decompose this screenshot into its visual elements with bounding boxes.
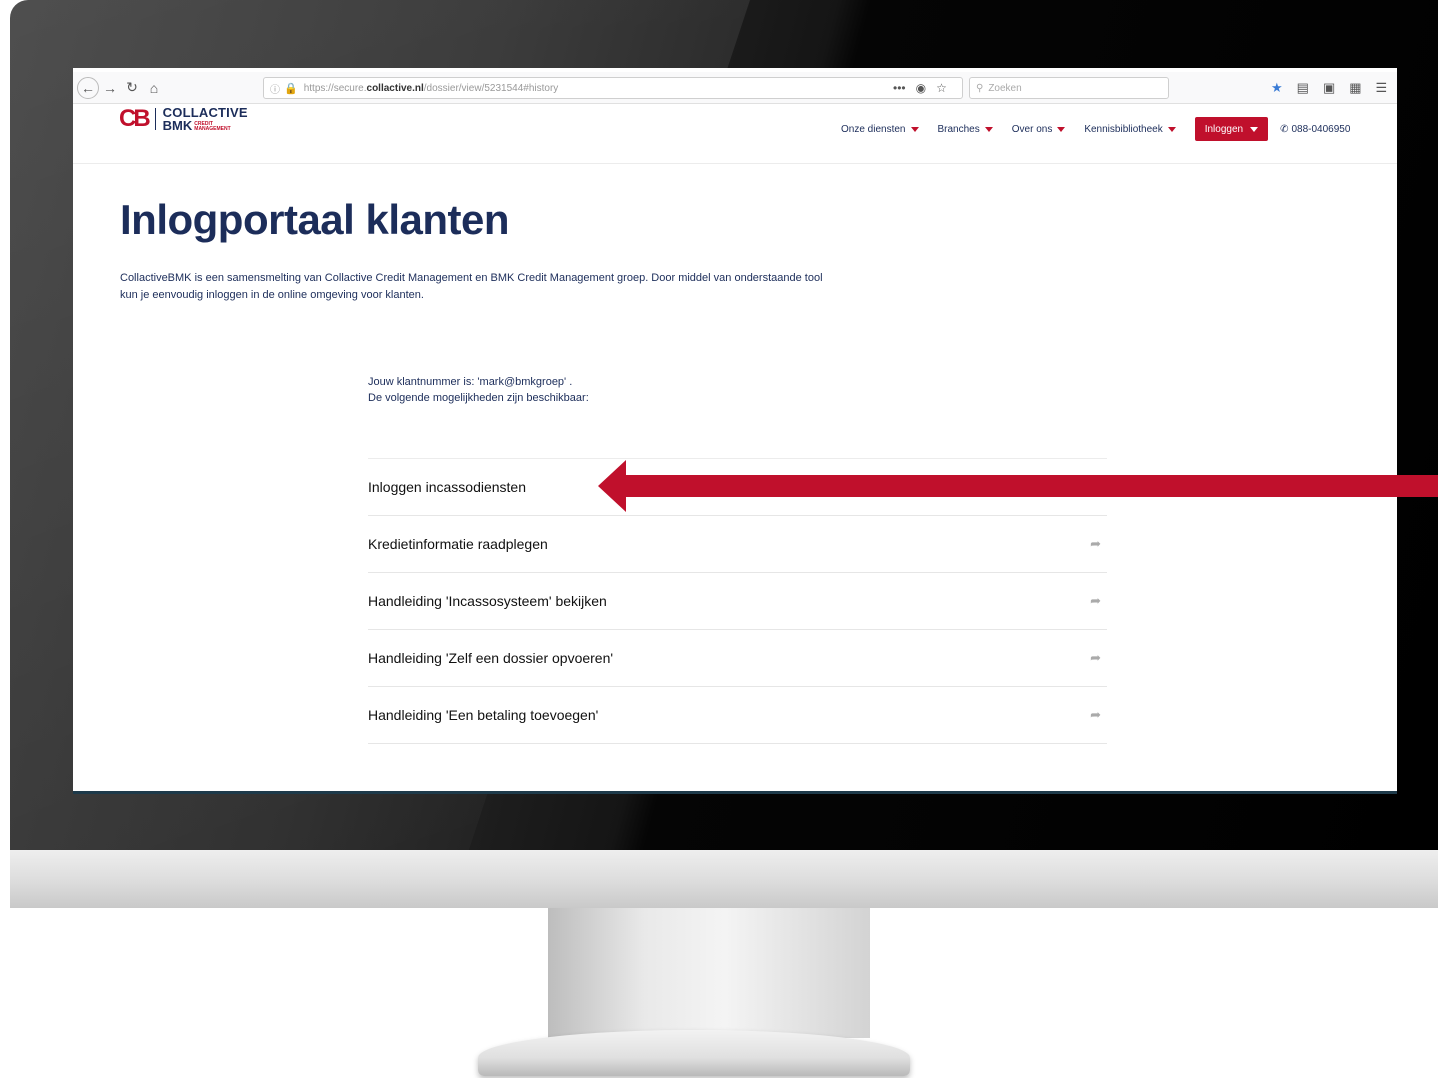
customer-info: Jouw klantnummer is: 'mark@bmkgroep' . D… — [368, 374, 589, 406]
option-label: Kredietinformatie raadplegen — [368, 536, 548, 552]
back-icon[interactable]: ← — [77, 76, 99, 99]
url-prefix: https://secure. — [303, 82, 367, 94]
logo-wordmark: COLLACTIVE BMK CREDIT MANAGEMENT — [163, 106, 248, 132]
caret-down-icon — [1250, 126, 1259, 132]
search-placeholder: Zoeken — [988, 82, 1022, 94]
page-title: Inlogportaal klanten — [120, 196, 510, 243]
info-icon: ⓘ — [270, 84, 280, 96]
logo-line2: BMK — [162, 118, 193, 133]
site-header: CB COLLACTIVE BMK CREDIT MANAGEMENT Onze… — [73, 104, 1397, 164]
phone-link[interactable]: ✆ 088-0406950 — [1280, 124, 1350, 135]
pocket-icon[interactable]: ◉ — [916, 81, 926, 95]
search-icon: ⚲ — [976, 82, 984, 94]
logo-divider — [154, 108, 156, 130]
annotation-arrow-shape — [598, 460, 1438, 512]
nav-label: Over ons — [1011, 123, 1053, 135]
forward-icon[interactable]: → — [99, 77, 121, 99]
share-arrow-icon: ➦ — [1090, 707, 1101, 722]
intro-line2: kun je eenvoudig inloggen in de online o… — [120, 289, 424, 301]
option-label: Inloggen incassodiensten — [368, 479, 527, 495]
option-kredietinformatie[interactable]: Kredietinformatie raadplegen ➦ — [368, 516, 1107, 573]
monitor-chin — [10, 850, 1438, 908]
page-actions-icon[interactable]: ••• — [893, 81, 906, 95]
option-handleiding-incassosysteem[interactable]: Handleiding 'Incassosysteem' bekijken ➦ — [368, 573, 1107, 630]
nav-label: Onze diensten — [841, 123, 906, 135]
option-handleiding-betaling[interactable]: Handleiding 'Een betaling toevoegen' ➦ — [368, 687, 1107, 744]
search-bar[interactable]: ⚲ Zoeken — [969, 77, 1169, 99]
option-handleiding-dossier[interactable]: Handleiding 'Zelf een dossier opvoeren' … — [368, 630, 1107, 687]
login-button[interactable]: Inloggen — [1194, 117, 1269, 141]
home-icon[interactable]: ⌂ — [143, 77, 165, 99]
caret-down-icon — [910, 126, 919, 132]
url-bar[interactable]: ⓘ 🔒 https://secure. collactive.nl /dossi… — [263, 77, 963, 99]
reload-icon[interactable]: ↻ — [121, 77, 143, 99]
intro-text: CollactiveBMK is een samensmelting van C… — [120, 270, 880, 304]
share-arrow-icon: ➦ — [1090, 536, 1101, 551]
logo[interactable]: CB COLLACTIVE BMK CREDIT MANAGEMENT — [119, 106, 248, 132]
options-intro-text: De volgende mogelijkheden zijn beschikba… — [368, 392, 589, 404]
nav-item-onze-diensten[interactable]: Onze diensten — [841, 124, 919, 135]
browser-toolbar: ← → ↻ ⌂ ⓘ 🔒 https://secure. collactive.n… — [73, 72, 1397, 104]
login-label: Inloggen — [1204, 123, 1244, 135]
url-path: /dossier/view/5231544#history — [423, 82, 559, 94]
url-host: collactive.nl — [366, 82, 424, 94]
bookmark-star-icon[interactable]: ☆ — [936, 81, 947, 95]
nav-label: Branches — [937, 123, 980, 135]
intro-line1: CollactiveBMK is een samensmelting van C… — [120, 272, 823, 284]
logo-sub2: MANAGEMENT — [194, 125, 231, 132]
phone-number: 088-0406950 — [1291, 123, 1351, 135]
extension-icon[interactable]: ★ — [1271, 80, 1283, 96]
sync-tabs-icon[interactable]: ▣ — [1323, 80, 1335, 96]
caret-down-icon — [1057, 126, 1066, 132]
option-label: Handleiding 'Zelf een dossier opvoeren' — [368, 650, 614, 666]
nav-item-kennisbibliotheek[interactable]: Kennisbibliotheek — [1084, 123, 1176, 135]
caret-down-icon — [1167, 126, 1176, 132]
monitor-stand-base — [478, 1030, 910, 1076]
option-label: Handleiding 'Incassosysteem' bekijken — [368, 593, 607, 609]
url-actions: ••• ◉ ☆ — [893, 77, 947, 99]
nav-item-over-ons[interactable]: Over ons — [1012, 124, 1066, 135]
menu-icon[interactable]: ☰ — [1376, 80, 1388, 96]
logo-mark: CB — [119, 105, 151, 132]
monitor-stand-neck — [548, 908, 870, 1038]
option-label: Handleiding 'Een betaling toevoegen' — [368, 707, 599, 723]
phone-icon: ✆ — [1280, 123, 1289, 135]
monitor-screen: ← → ↻ ⌂ ⓘ 🔒 https://secure. collactive.n… — [73, 68, 1397, 794]
reader-icon[interactable]: ▦ — [1349, 80, 1361, 96]
nav-item-branches[interactable]: Branches — [938, 124, 993, 135]
caret-down-icon — [984, 126, 993, 132]
nav-label: Kennisbibliotheek — [1084, 123, 1163, 135]
lock-icon: 🔒 — [284, 82, 298, 95]
share-arrow-icon: ➦ — [1090, 650, 1101, 665]
main-nav: Onze diensten Branches Over ons Kennisbi… — [841, 117, 1350, 141]
toolbar-right-icons: ★ ▤ ▣ ▦ ☰ — [1271, 77, 1387, 99]
library-icon[interactable]: ▤ — [1297, 80, 1309, 96]
share-arrow-icon: ➦ — [1090, 593, 1101, 608]
logo-mark-text: CB — [119, 105, 151, 132]
customer-number-text: Jouw klantnummer is: 'mark@bmkgroep' . — [368, 376, 573, 388]
annotation-arrow — [598, 460, 1438, 512]
